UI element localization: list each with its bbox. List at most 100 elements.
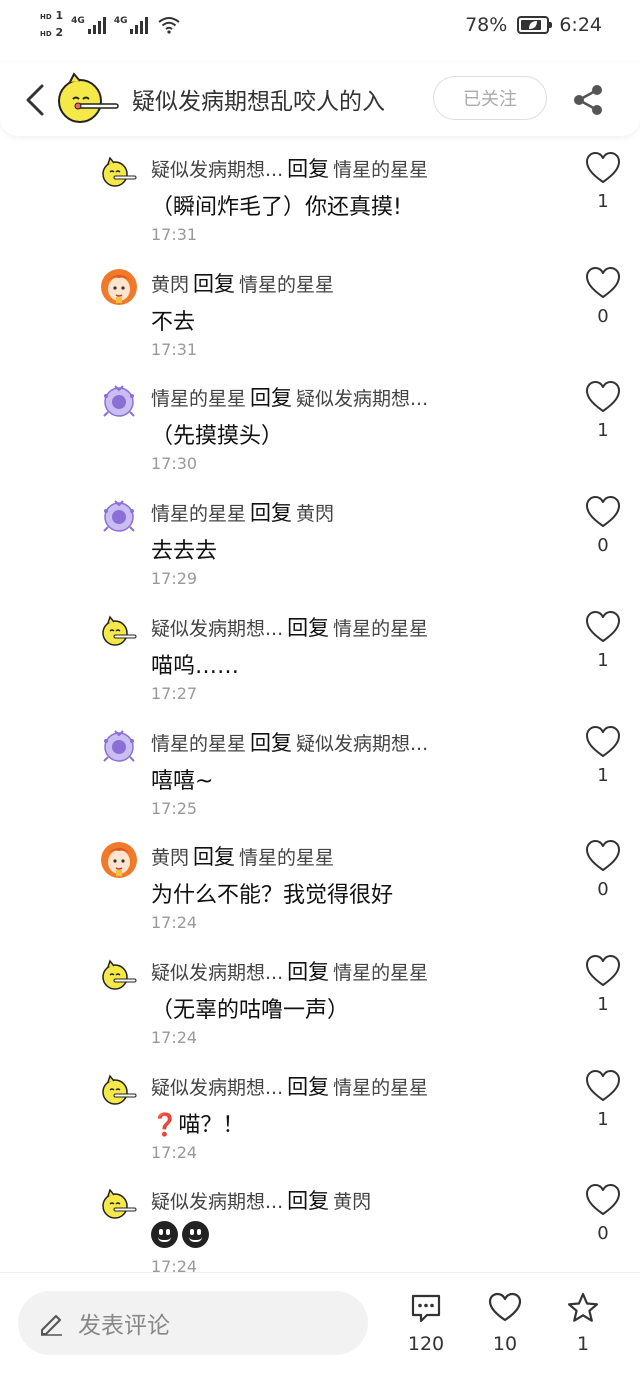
comment-author[interactable]: 疑似发病期想... — [151, 962, 283, 984]
comment-text: （先摸摸头） — [151, 424, 284, 450]
comment-time: 17:24 — [151, 1027, 198, 1047]
comment-content: 为什么不能？我觉得很好 — [151, 877, 393, 909]
comment-content: 喵呜…… — [151, 648, 239, 680]
reply-target[interactable]: 情星的星星 — [333, 618, 428, 640]
reply-target[interactable]: 情星的星星 — [333, 159, 428, 181]
comment-row[interactable]: 黄閃 回复 情星的星星 为什么不能？我觉得很好 17:24 0 — [0, 833, 640, 947]
comment-row[interactable]: 疑似发病期想... 回复 情星的星星 喵呜…… 17:27 1 — [0, 604, 640, 718]
comment-content: （瞬间炸毛了）你还真摸! — [151, 189, 402, 221]
comment-like-count: 1 — [597, 649, 609, 671]
comment-time: 17:31 — [151, 225, 198, 244]
comment-content: 去去去 — [151, 533, 217, 565]
user-avatar[interactable] — [100, 841, 138, 879]
share-icon[interactable] — [570, 82, 606, 118]
comment-row[interactable]: 疑似发病期想... 回复 情星的星星 （瞬间炸毛了）你还真摸! 17:31 1 — [0, 145, 640, 259]
heart-icon[interactable] — [585, 839, 621, 873]
comments-button[interactable]: 120 — [396, 1291, 456, 1371]
hd2-indicator: HD 2 — [40, 26, 64, 40]
reply-target[interactable]: 黄閃 — [296, 503, 334, 525]
comment-row[interactable]: 情星的星星 回复 黄閃 去去去 17:29 0 — [0, 489, 640, 603]
comment-meta: 疑似发病期想... 回复 情星的星星 — [151, 153, 428, 183]
reply-target[interactable]: 情星的星星 — [239, 847, 334, 869]
comment-author[interactable]: 情星的星星 — [151, 503, 246, 525]
comment-row[interactable]: 情星的星星 回复 疑似发病期想... （先摸摸头） 17:30 1 — [0, 374, 640, 488]
heart-icon[interactable] — [585, 1069, 621, 1103]
comment-like-count: 0 — [597, 879, 609, 901]
comment-author[interactable]: 疑似发病期想... — [151, 618, 283, 640]
comment-meta: 疑似发病期想... 回复 情星的星星 — [151, 1071, 428, 1101]
status-left: HD 1 HD 2 4G 4G — [40, 9, 181, 40]
user-avatar[interactable] — [100, 727, 138, 765]
comment-author[interactable]: 疑似发病期想... — [151, 1191, 283, 1213]
comment-row[interactable]: 疑似发病期想... 回复 黄閃 17:24 0 — [0, 1177, 640, 1272]
comment-content: （先摸摸头） — [151, 418, 283, 450]
bottom-bar: 发表评论 120 10 1 — [0, 1272, 640, 1387]
user-avatar[interactable] — [100, 612, 138, 650]
heart-icon[interactable] — [585, 610, 621, 644]
comment-input-placeholder: 发表评论 — [78, 1313, 170, 1339]
reply-target[interactable]: 情星的星星 — [333, 1077, 428, 1099]
heart-icon[interactable] — [585, 266, 621, 300]
user-avatar[interactable] — [100, 268, 138, 306]
comment-author[interactable]: 黄閃 — [151, 274, 189, 296]
reply-word: 回复 — [250, 501, 293, 526]
comment-meta: 疑似发病期想... 回复 黄閃 — [151, 1185, 371, 1215]
comment-like-count: 0 — [597, 305, 609, 327]
reply-target[interactable]: 黄閃 — [333, 1191, 371, 1213]
comment-time: 17:29 — [151, 569, 198, 589]
back-icon[interactable] — [20, 80, 50, 120]
user-avatar[interactable] — [100, 956, 138, 994]
reply-target[interactable]: 疑似发病期想... — [296, 733, 428, 755]
comment-author[interactable]: 情星的星星 — [151, 733, 246, 755]
heart-icon[interactable] — [585, 954, 621, 988]
comment-text: 喵？！ — [178, 1112, 245, 1138]
heart-icon[interactable] — [585, 495, 621, 529]
heart-icon[interactable] — [585, 1183, 621, 1217]
comment-row[interactable]: 情星的星星 回复 疑似发病期想... 嘻嘻~ 17:25 1 — [0, 719, 640, 833]
reply-word: 回复 — [250, 386, 293, 411]
comment-author[interactable]: 情星的星星 — [151, 388, 246, 410]
wifi-icon — [158, 17, 181, 34]
like-button[interactable]: 10 — [475, 1291, 535, 1371]
comment-row[interactable]: 疑似发病期想... 回复 情星的星星 （无辜的咕噜一声） 17:24 1 — [0, 948, 640, 1062]
comment-meta: 黄閃 回复 情星的星星 — [151, 268, 334, 298]
comment-row[interactable]: 疑似发病期想... 回复 情星的星星 ❓喵？！ 17:24 1 — [0, 1063, 640, 1177]
comment-author[interactable]: 疑似发病期想... — [151, 159, 283, 181]
follow-button[interactable]: 已关注 — [433, 76, 547, 120]
heart-icon[interactable] — [585, 380, 621, 414]
comment-row[interactable]: 黄閃 回复 情星的星星 不去 17:31 0 — [0, 260, 640, 374]
reply-word: 回复 — [287, 959, 330, 984]
comment-author[interactable]: 疑似发病期想... — [151, 1077, 283, 1099]
comment-text: （瞬间炸毛了）你还真摸! — [151, 195, 402, 220]
comment-meta: 疑似发病期想... 回复 情星的星星 — [151, 956, 428, 986]
favorite-button[interactable]: 1 — [553, 1291, 613, 1371]
hd1-indicator: HD 1 — [40, 9, 64, 23]
comment-list[interactable]: 疑似发病期想... 回复 情星的星星 （瞬间炸毛了）你还真摸! 17:31 1 黄閃 回复 情星… — [0, 145, 640, 1272]
clock: 6:24 — [559, 14, 602, 36]
user-avatar[interactable] — [100, 497, 138, 535]
comment-like-count: 1 — [597, 764, 609, 786]
signal-icon: 4G — [71, 16, 106, 34]
reply-target[interactable]: 情星的星星 — [333, 962, 428, 984]
comment-like-count: 1 — [597, 1108, 609, 1130]
reply-target[interactable]: 疑似发病期想... — [296, 388, 428, 410]
heart-icon[interactable] — [585, 151, 621, 185]
comment-meta: 情星的星星 回复 黄閃 — [151, 497, 334, 527]
comment-author[interactable]: 黄閃 — [151, 847, 189, 869]
user-avatar[interactable] — [100, 1071, 138, 1109]
comment-text: 为什么不能？我觉得很好 — [151, 883, 394, 909]
reply-word: 回复 — [250, 730, 293, 755]
user-avatar[interactable] — [100, 1185, 138, 1223]
status-bar: HD 1 HD 2 4G 4G 78% 6:24 — [0, 0, 640, 56]
reply-target[interactable]: 情星的星星 — [239, 274, 334, 296]
comment-text: （无辜的咕噜一声） — [151, 997, 350, 1023]
heart-icon[interactable] — [585, 725, 621, 759]
pencil-icon — [41, 1315, 62, 1336]
user-avatar[interactable] — [100, 382, 138, 420]
comment-input[interactable]: 发表评论 — [18, 1291, 368, 1355]
header: 疑似发病期想乱咬人的入 已关注 — [0, 62, 640, 136]
reply-word: 回复 — [287, 157, 330, 181]
comment-text: 嘻嘻~ — [151, 768, 214, 794]
comment-time: 17:30 — [151, 454, 198, 474]
user-avatar[interactable] — [100, 153, 138, 191]
